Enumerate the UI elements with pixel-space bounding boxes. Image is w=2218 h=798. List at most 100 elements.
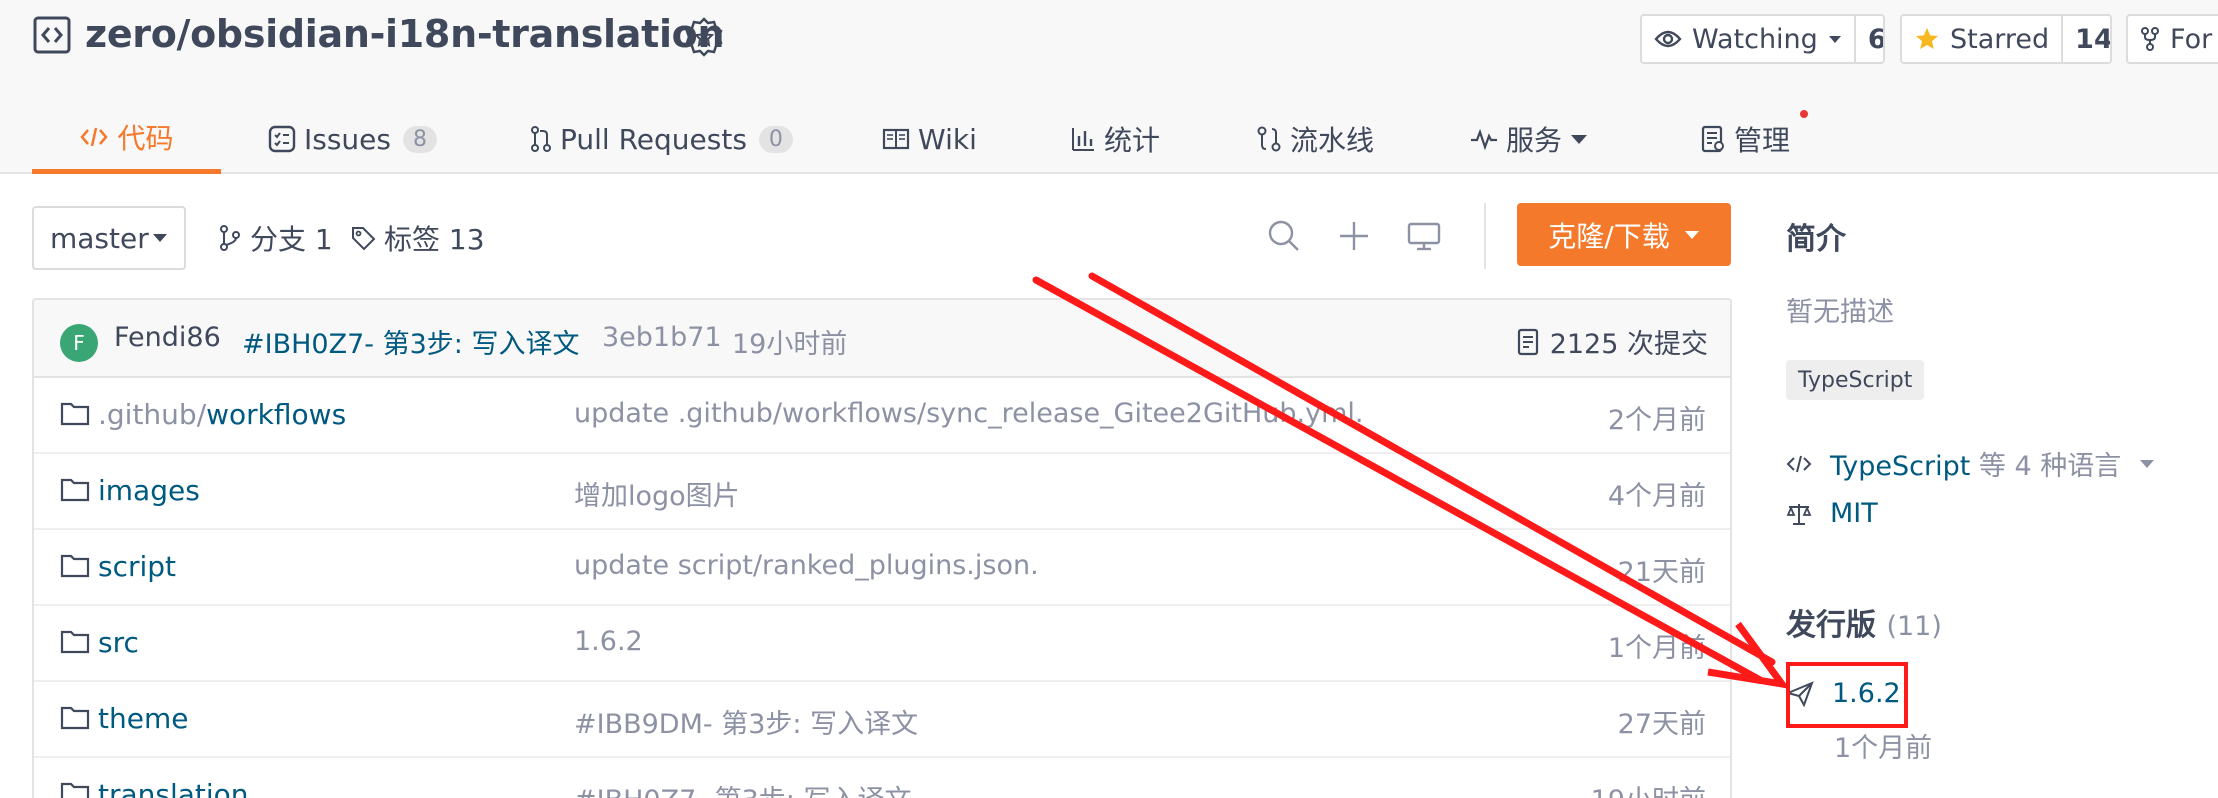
clone-download-label: 克隆/下载 bbox=[1548, 219, 1670, 253]
file-commit-message[interactable]: 1.6.2 bbox=[574, 626, 643, 657]
file-row[interactable]: .github/workflows update .github/workflo… bbox=[34, 378, 1730, 454]
file-time: 1个月前 bbox=[1607, 633, 1706, 664]
file-row[interactable]: theme #IBB9DM- 第3步: 写入译文 27天前 bbox=[34, 682, 1730, 758]
plus-icon[interactable] bbox=[1336, 218, 1372, 254]
search-icon[interactable] bbox=[1266, 218, 1302, 254]
file-commit-message[interactable]: update script/ranked_plugins.json. bbox=[574, 550, 1039, 581]
languages-row[interactable]: TypeScript 等 4 种语言 bbox=[1786, 444, 2155, 483]
file-time: 27天前 bbox=[1617, 709, 1706, 740]
folder-icon bbox=[60, 402, 90, 426]
repo-icon bbox=[33, 16, 71, 54]
tab-services-label: 服务 bbox=[1506, 124, 1563, 157]
tab-issues[interactable]: Issues 8 bbox=[268, 104, 437, 174]
monitor-icon[interactable] bbox=[1406, 218, 1442, 254]
intro-title: 简介 bbox=[1786, 222, 1846, 257]
clone-download-button[interactable]: 克隆/下载 bbox=[1517, 203, 1731, 266]
scale-icon bbox=[1786, 503, 1812, 525]
tab-services[interactable]: 服务 bbox=[1470, 104, 1588, 174]
file-commit-message[interactable]: #IBH0Z7- 第3步: 写入译文 bbox=[574, 778, 911, 798]
watch-label: Watching bbox=[1692, 23, 1818, 55]
tab-wiki[interactable]: Wiki bbox=[882, 104, 977, 174]
caret-down-icon bbox=[1828, 36, 1841, 43]
folder-icon bbox=[60, 630, 90, 654]
commit-author[interactable]: Fendi86 bbox=[114, 322, 221, 353]
file-list: F Fendi86 #IBH0Z7- 第3步: 写入译文 3eb1b71 19小… bbox=[32, 298, 1732, 798]
license-link[interactable]: MIT bbox=[1830, 498, 1878, 529]
pull-request-icon bbox=[531, 126, 551, 152]
branch-select[interactable]: master bbox=[32, 206, 186, 270]
total-commits-link[interactable]: 2125 次提交 bbox=[1516, 322, 1708, 361]
branches-label: 分支 1 bbox=[250, 223, 333, 256]
latest-release-time: 1个月前 bbox=[1834, 733, 1933, 764]
license-row[interactable]: MIT bbox=[1786, 498, 1878, 529]
file-time: 19小时前 bbox=[1591, 778, 1706, 798]
file-row[interactable]: script update script/ranked_plugins.json… bbox=[34, 530, 1730, 606]
total-commits-label: 2125 次提交 bbox=[1549, 329, 1708, 360]
star-count[interactable]: 14 bbox=[2061, 16, 2110, 62]
recommended-badge-icon[interactable] bbox=[683, 16, 725, 58]
file-name[interactable]: theme bbox=[98, 702, 188, 735]
commit-message[interactable]: #IBH0Z7- 第3步: 写入译文 bbox=[242, 322, 579, 361]
file-name[interactable]: .github/workflows bbox=[98, 398, 346, 431]
latest-commit-bar: F Fendi86 #IBH0Z7- 第3步: 写入译文 3eb1b71 19小… bbox=[34, 300, 1730, 378]
file-name[interactable]: src bbox=[98, 626, 139, 659]
file-name[interactable]: script bbox=[98, 550, 176, 583]
language-tag[interactable]: TypeScript bbox=[1786, 360, 1925, 400]
fork-icon bbox=[2141, 27, 2159, 51]
file-time: 4个月前 bbox=[1607, 481, 1706, 512]
pipeline-icon bbox=[1257, 126, 1281, 152]
folder-icon bbox=[60, 706, 90, 730]
eye-icon bbox=[1654, 30, 1682, 48]
intro-text: 暂无描述 bbox=[1786, 297, 1894, 328]
tab-issues-label: Issues bbox=[304, 122, 391, 156]
file-name[interactable]: images bbox=[98, 474, 200, 507]
branch-icon bbox=[220, 225, 240, 251]
fork-button[interactable]: For bbox=[2126, 14, 2218, 64]
file-name[interactable]: translation bbox=[98, 778, 249, 798]
file-commit-message[interactable]: 增加logo图片 bbox=[574, 474, 740, 513]
languages-link[interactable]: TypeScript bbox=[1830, 451, 1970, 482]
releases-title-text: 发行版 bbox=[1786, 608, 1876, 643]
notification-dot bbox=[1800, 110, 1808, 118]
tab-pull-requests[interactable]: Pull Requests 0 bbox=[530, 104, 793, 174]
caret-down-icon bbox=[1571, 135, 1588, 144]
tab-stats[interactable]: 统计 bbox=[1070, 104, 1160, 174]
tab-code[interactable]: 代码 bbox=[32, 104, 221, 174]
branch-name: master bbox=[50, 221, 149, 255]
file-commit-message[interactable]: update .github/workflows/sync_release_Gi… bbox=[574, 398, 1363, 429]
folder-icon bbox=[60, 478, 90, 502]
releases-title[interactable]: 发行版 (11) bbox=[1786, 600, 1942, 644]
star-button[interactable]: Starred 14 bbox=[1900, 14, 2112, 64]
repo-title[interactable]: zero/obsidian-i18n-translation bbox=[85, 12, 725, 56]
tab-manage[interactable]: 管理 bbox=[1700, 104, 1790, 174]
watch-button[interactable]: Watching 6 bbox=[1640, 14, 1885, 64]
fork-label: For bbox=[2170, 23, 2213, 55]
tags-link[interactable]: 标签 13 bbox=[350, 218, 485, 258]
watch-count[interactable]: 6 bbox=[1853, 16, 1883, 62]
file-commit-message[interactable]: #IBB9DM- 第3步: 写入译文 bbox=[574, 702, 918, 741]
caret-down-icon bbox=[2140, 459, 2155, 468]
branches-link[interactable]: 分支 1 bbox=[218, 218, 333, 258]
repo-tabs: 代码 Issues 8 Pull Requests 0 Wiki 统计 流水线 … bbox=[32, 104, 2218, 174]
tab-issues-count: 8 bbox=[403, 125, 437, 153]
tab-code-label: 代码 bbox=[117, 121, 174, 155]
tab-pull-requests-count: 0 bbox=[758, 125, 793, 153]
manage-icon bbox=[1701, 125, 1724, 153]
bar-chart-icon bbox=[1072, 128, 1094, 151]
avatar[interactable]: F bbox=[60, 324, 98, 362]
tab-stats-label: 统计 bbox=[1104, 124, 1161, 157]
commit-history-icon bbox=[1517, 328, 1538, 355]
highlight-box bbox=[1786, 662, 1908, 728]
commit-hash[interactable]: 3eb1b71 bbox=[602, 322, 722, 353]
file-row[interactable]: images 增加logo图片 4个月前 bbox=[34, 454, 1730, 530]
caret-down-icon bbox=[1684, 230, 1699, 239]
languages-suffix: 等 4 种语言 bbox=[1978, 451, 2122, 482]
file-row[interactable]: translation #IBH0Z7- 第3步: 写入译文 19小时前 bbox=[34, 758, 1730, 798]
repo-header: zero/obsidian-i18n-translation Watching … bbox=[0, 0, 2218, 174]
file-row[interactable]: src 1.6.2 1个月前 bbox=[34, 606, 1730, 682]
file-time: 21天前 bbox=[1617, 557, 1706, 588]
star-icon bbox=[1916, 28, 1938, 49]
file-time: 2个月前 bbox=[1607, 405, 1706, 436]
code-icon bbox=[80, 127, 109, 146]
tab-pipeline[interactable]: 流水线 bbox=[1256, 104, 1374, 174]
